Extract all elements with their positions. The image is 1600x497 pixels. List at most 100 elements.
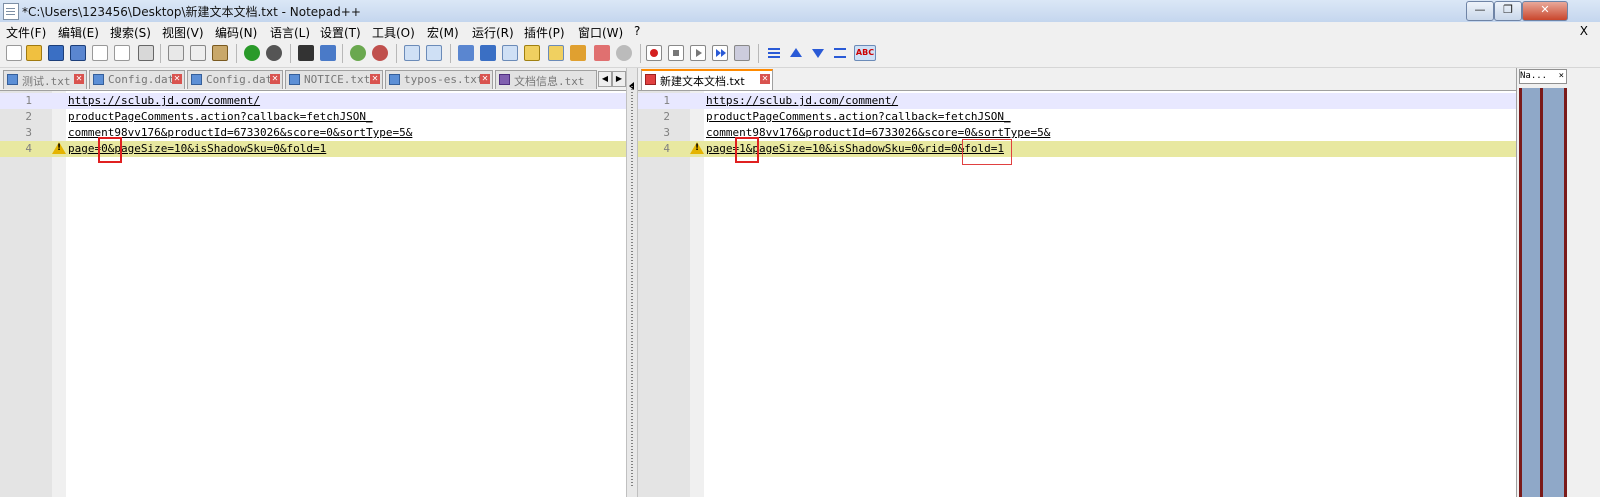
document-blue-icon (389, 74, 400, 85)
close-all-icon[interactable] (114, 45, 130, 61)
tab-close-icon[interactable]: ✕ (370, 74, 380, 84)
close-window-button[interactable]: ✕ (1522, 1, 1568, 21)
compare-icon[interactable] (766, 45, 782, 61)
document-blue-icon (93, 74, 104, 85)
menu-help[interactable]: ? (634, 24, 640, 38)
menu-encoding[interactable]: 编码(N) (215, 24, 257, 41)
print-icon[interactable] (138, 45, 154, 61)
close-document-button[interactable]: X (1580, 24, 1588, 38)
record-macro-icon[interactable] (646, 45, 662, 61)
notepad-app-icon (3, 3, 19, 20)
code-line: 2 productPageComments.action?callback=fe… (25, 110, 373, 123)
undo-icon[interactable] (244, 45, 260, 61)
menu-macro[interactable]: 宏(M) (427, 24, 459, 41)
document-blue-icon (7, 74, 18, 85)
folder-workspace-icon[interactable] (570, 45, 586, 61)
find-icon[interactable] (298, 45, 314, 61)
toolbar-separator (342, 44, 343, 63)
open-file-icon[interactable] (26, 45, 42, 61)
right-tab-bar: 新建文本文档.txt ✕ (638, 68, 1516, 91)
tab-close-icon[interactable]: ✕ (760, 74, 770, 84)
menu-search[interactable]: 搜索(S) (110, 24, 151, 41)
document-blue-icon (191, 74, 202, 85)
window-edge (1568, 68, 1600, 497)
code-line-current: 4 page=1&pageSize=10&isShadowSku=0&rid=0… (638, 141, 1516, 157)
menu-edit[interactable]: 编辑(E) (58, 24, 99, 41)
new-file-icon[interactable] (6, 45, 22, 61)
doc-map-icon[interactable] (524, 45, 540, 61)
minimize-button[interactable]: — (1466, 1, 1494, 21)
document-red-icon (645, 74, 656, 85)
toolbar-separator (758, 44, 759, 63)
save-all-icon[interactable] (70, 45, 86, 61)
tab-close-icon[interactable]: ✕ (270, 74, 280, 84)
tab-right-1[interactable]: 新建文本文档.txt ✕ (641, 69, 773, 90)
tab-close-icon[interactable]: ✕ (172, 74, 182, 84)
play-macro-icon[interactable] (690, 45, 706, 61)
tab-close-icon[interactable]: ✕ (74, 74, 84, 84)
show-all-chars-icon[interactable] (480, 45, 496, 61)
cut-icon[interactable] (168, 45, 184, 61)
eye-icon[interactable] (616, 45, 632, 61)
run-macro-multiple-icon[interactable] (712, 45, 728, 61)
tab-left-4[interactable]: NOTICE.txt ✕ (285, 70, 383, 89)
indent-guide-icon[interactable] (502, 45, 518, 61)
splitter-grip (631, 86, 633, 486)
map-border-left (1519, 88, 1522, 497)
redo-icon[interactable] (266, 45, 282, 61)
diff-highlight-box (962, 139, 1012, 165)
prev-diff-icon[interactable] (788, 45, 804, 61)
menu-language[interactable]: 语言(L) (270, 24, 310, 41)
menu-settings[interactable]: 设置(T) (320, 24, 361, 41)
document-purple-icon (499, 74, 510, 85)
toolbar-separator (396, 44, 397, 63)
zoom-out-icon[interactable] (372, 45, 388, 61)
tab-scroll-right-button[interactable]: ▶ (612, 71, 626, 87)
tab-close-icon[interactable]: ✕ (480, 74, 490, 84)
tab-left-1[interactable]: 测试.txt ✕ (3, 70, 87, 89)
tab-left-2[interactable]: Config.dat ✕ (89, 70, 185, 89)
tab-left-6[interactable]: 文档信息.txt (495, 70, 597, 89)
maximize-button[interactable]: ❐ (1494, 1, 1522, 21)
view-splitter[interactable] (626, 68, 638, 497)
menu-plugins[interactable]: 插件(P) (524, 24, 565, 41)
document-map-view[interactable] (1519, 88, 1567, 497)
next-diff-icon[interactable] (810, 45, 826, 61)
menu-view[interactable]: 视图(V) (162, 24, 204, 41)
menu-tools[interactable]: 工具(O) (372, 24, 415, 41)
tab-left-3[interactable]: Config.dat ✕ (187, 70, 283, 89)
tab-scroll-left-button[interactable]: ◀ (598, 71, 612, 87)
save-icon[interactable] (48, 45, 64, 61)
spellcheck-icon[interactable]: ABC (854, 45, 876, 61)
code-line: 1 https://sclub.jd.com/comment/ (0, 93, 626, 109)
function-list-icon[interactable] (548, 45, 564, 61)
paste-icon[interactable] (212, 45, 228, 61)
window-title: *C:\Users\123456\Desktop\新建文本文档.txt - No… (22, 5, 361, 19)
zoom-in-icon[interactable] (350, 45, 366, 61)
code-line: 1 https://sclub.jd.com/comment/ (638, 93, 1516, 109)
document-blue-icon (289, 74, 300, 85)
sync-vertical-icon[interactable] (404, 45, 420, 61)
menu-file[interactable]: 文件(F) (6, 24, 46, 41)
toolbar-separator (290, 44, 291, 63)
menu-window[interactable]: 窗口(W) (578, 24, 623, 41)
monitor-icon[interactable] (594, 45, 610, 61)
warning-icon (52, 142, 66, 154)
close-icon[interactable] (92, 45, 108, 61)
replace-icon[interactable] (320, 45, 336, 61)
diff-highlight-box (98, 137, 122, 163)
right-editor[interactable]: 1 https://sclub.jd.com/comment/ 2 produc… (638, 91, 1516, 497)
sync-horizontal-icon[interactable] (426, 45, 442, 61)
word-wrap-icon[interactable] (458, 45, 474, 61)
left-editor[interactable]: 1 https://sclub.jd.com/comment/ 2 produc… (0, 91, 626, 497)
tab-left-5[interactable]: typos-es.txt ✕ (385, 70, 493, 89)
last-diff-icon[interactable] (832, 45, 848, 61)
stop-macro-icon[interactable] (668, 45, 684, 61)
close-panel-icon[interactable]: × (1559, 70, 1564, 82)
diff-highlight-box (735, 137, 759, 163)
menu-run[interactable]: 运行(R) (472, 24, 514, 41)
code-line: 3 comment98vv176&productId=6733026&score… (663, 126, 1051, 139)
save-macro-icon[interactable] (734, 45, 750, 61)
map-border-right (1564, 88, 1567, 497)
copy-icon[interactable] (190, 45, 206, 61)
